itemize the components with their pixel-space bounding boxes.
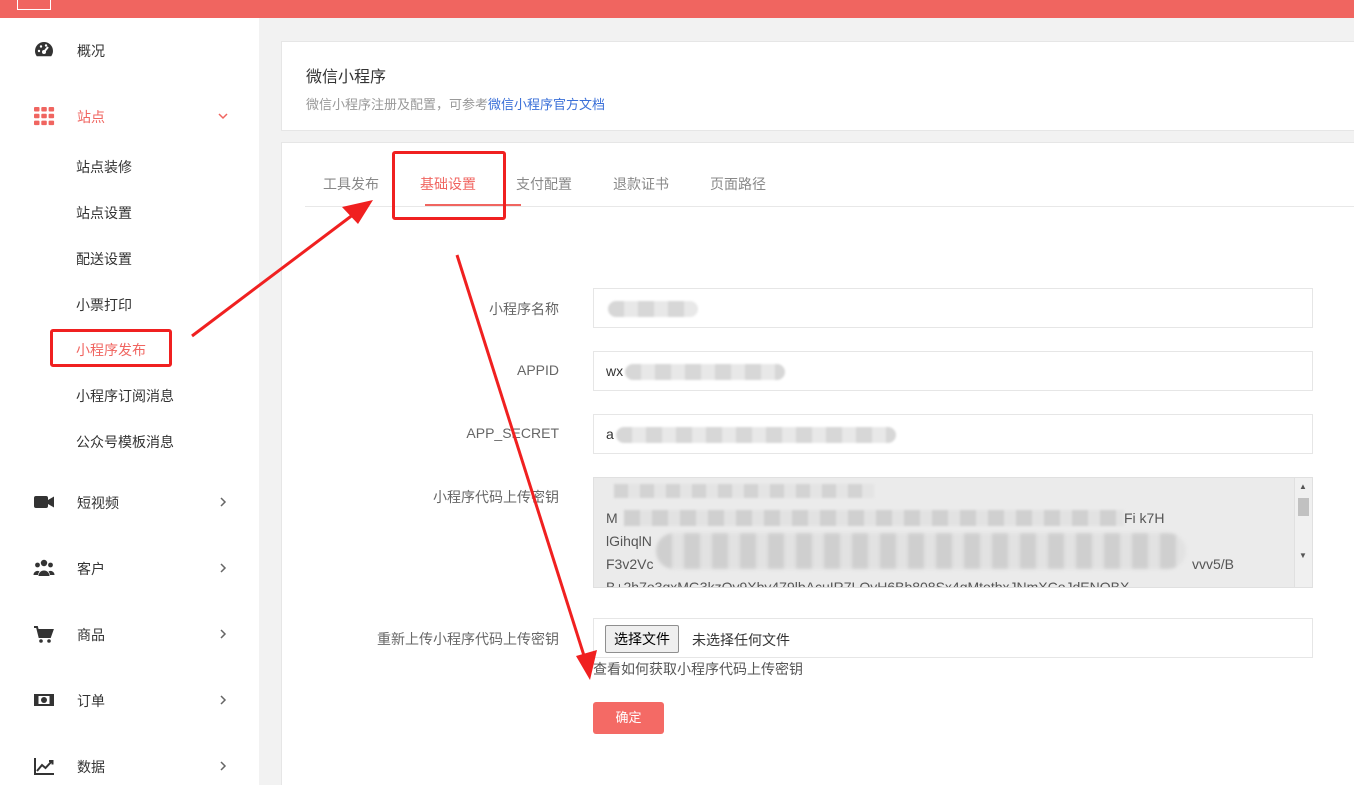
upload-key-textarea[interactable]: M Fi k7H lGihqlN F3v2Vc vvv5/B B+2h7o3qx… [593,477,1313,588]
tab-basic-settings[interactable]: 基础设置 [420,174,476,194]
sidebar-item-label: 短视频 [77,495,119,511]
users-group-icon [33,559,55,576]
money-bill-icon [34,694,54,706]
scroll-up-icon[interactable]: ▲ [1299,482,1307,492]
textarea-scrollbar[interactable]: ▲ ▼ [1294,478,1312,587]
tab-refund-cert[interactable]: 退款证书 [613,174,669,194]
sidebar-item-label: 数据 [77,759,105,775]
dashboard-gauge-icon [35,42,53,57]
redacted-value [614,484,874,498]
redacted-value [656,533,1186,569]
name-label: 小程序名称 [489,301,559,317]
reupload-file-field: 选择文件 未选择任何文件 [593,618,1313,658]
choose-file-button[interactable]: 选择文件 [605,625,679,653]
sidebar-item-products[interactable]: 商品 [0,614,259,654]
appid-value: wx [606,363,624,379]
upload-key-label: 小程序代码上传密钥 [433,489,559,505]
sidebar-item-label: 站点 [77,109,105,125]
official-docs-link[interactable]: 微信小程序官方文档 [488,97,605,112]
grid-apps-icon [34,107,55,126]
appid-label: APPID [516,362,559,378]
page-title: 微信小程序 [306,69,387,86]
app-secret-input[interactable]: a [593,414,1313,454]
tab-payment-config[interactable]: 支付配置 [516,174,572,194]
sidebar-sub-site-settings[interactable]: 站点设置 [76,203,132,223]
reupload-key-label: 重新上传小程序代码上传密钥 [377,631,559,647]
redacted-value [608,301,698,318]
sidebar-sub-delivery-settings[interactable]: 配送设置 [76,249,132,269]
tab-page-paths[interactable]: 页面路径 [710,174,766,194]
sidebar-item-orders[interactable]: 订单 [0,680,259,720]
sidebar-sub-miniprogram-subscribe[interactable]: 小程序订阅消息 [76,386,174,406]
key-line-1-tail: Fi k7H [1124,510,1165,526]
video-camera-icon [34,496,54,508]
no-file-text: 未选择任何文件 [692,632,790,648]
sidebar-item-customers[interactable]: 客户 [0,548,259,588]
key-line-3: F3v2Vc [606,556,654,572]
sidebar-item-site[interactable]: 站点 [0,96,259,136]
chevron-right-icon [220,497,227,507]
top-bar [0,0,1354,18]
sidebar-sub-miniprogram-publish[interactable]: 小程序发布 [76,340,146,360]
key-line-3-tail: vvv5/B [1192,556,1235,572]
sidebar-sub-receipt-print[interactable]: 小票打印 [76,295,132,315]
app-secret-value: a [606,426,614,442]
sidebar-item-overview[interactable]: 概况 [0,30,259,70]
settings-card: 工具发布 基础设置 支付配置 退款证书 页面路径 [281,142,1354,785]
key-line-2: lGihqlN [606,533,652,549]
chevron-down-icon [218,113,228,120]
miniprogram-name-input[interactable] [593,288,1313,328]
scroll-thumb[interactable] [1298,498,1309,516]
app-secret-label: APP_SECRET [466,425,559,441]
sidebar-item-short-video[interactable]: 短视频 [0,482,259,522]
sidebar-item-data[interactable]: 数据 [0,746,259,785]
scroll-down-icon[interactable]: ▼ [1299,551,1307,561]
page-description: 微信小程序注册及配置，可参考微信小程序官方文档 [306,94,605,113]
page-description-text: 微信小程序注册及配置，可参考 [306,97,489,112]
sidebar-sub-site-decoration[interactable]: 站点装修 [76,157,132,177]
appid-input[interactable]: wx [593,351,1313,391]
chevron-right-icon [220,563,227,573]
redacted-value [624,510,1124,526]
key-line-1: M [606,510,618,526]
confirm-button[interactable]: 确定 [593,702,664,734]
sidebar-item-label: 商品 [77,627,105,643]
key-line-4: B+2h7o3qxMG3kzOv9Xby479lbAcuIR7LOyH6Bb80… [606,579,1130,588]
shopping-cart-icon [34,626,54,643]
logo[interactable] [17,0,51,10]
sidebar-sub-official-template[interactable]: 公众号模板消息 [76,432,174,452]
chevron-right-icon [220,695,227,705]
line-chart-icon [34,758,54,775]
redacted-value [615,427,896,444]
sidebar: 概况 站点 站点装修 站点设置 配送设置 小票打印 小程序发布 小程序订阅消息 … [0,18,259,785]
active-tab-indicator [425,204,521,206]
sidebar-item-label: 订单 [77,693,105,709]
page-header-card: 微信小程序 微信小程序注册及配置，可参考微信小程序官方文档 [281,41,1354,131]
sidebar-item-label: 概况 [77,43,105,59]
chevron-right-icon [220,761,227,771]
redacted-value [625,364,786,381]
sidebar-item-label: 客户 [77,561,105,577]
how-to-get-key-link[interactable]: 查看如何获取小程序代码上传密钥 [593,659,803,679]
tab-tool-publish[interactable]: 工具发布 [323,174,379,194]
chevron-right-icon [220,629,227,639]
tab-bar: 工具发布 基础设置 支付配置 退款证书 页面路径 [305,143,1354,207]
